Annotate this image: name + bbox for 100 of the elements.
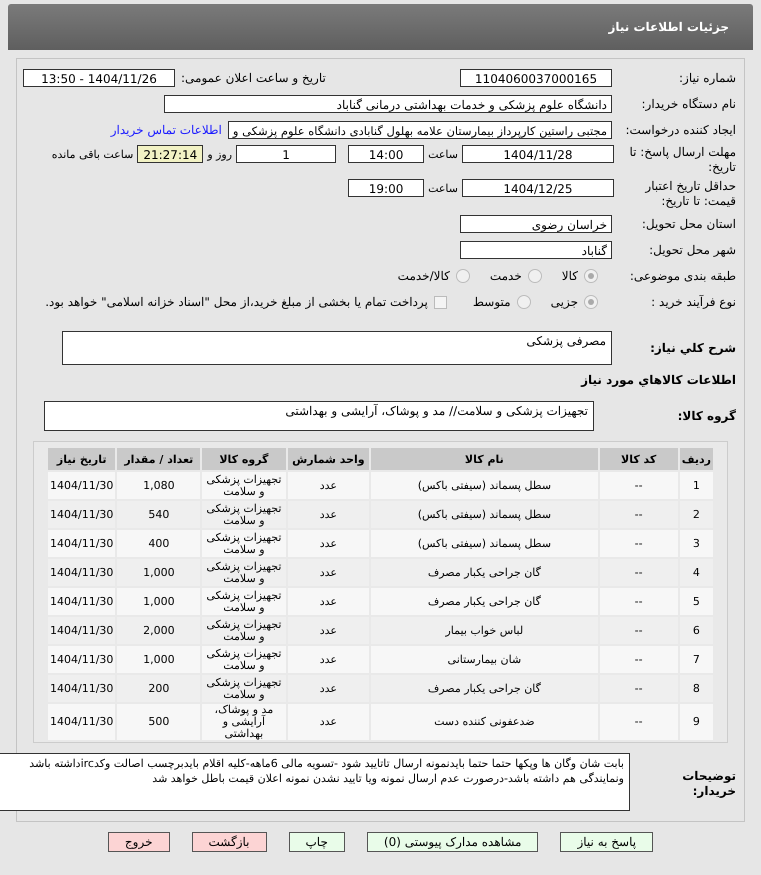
radio-button[interactable] [528,269,542,283]
column-header: کد کالا [600,448,678,470]
action-button[interactable]: پاسخ به نیاز [560,832,654,852]
field-label: روز و [207,147,232,163]
table-cell: عدد [288,559,370,586]
table-cell: 1404/11/30 [48,501,116,528]
table-cell: -- [600,704,678,740]
table-cell: گان جراحی یکبار مصرف [371,675,598,702]
table-cell: سطل پسماند (سیفتی باکس) [371,530,598,557]
table-cell: سطل پسماند (سیفتی باکس) [371,501,598,528]
field-label: تاریخ و ساعت اعلان عمومی: [181,70,326,87]
table-cell: 3 [680,530,713,557]
column-header: گروه کالا [202,448,286,470]
table-cell: 9 [680,704,713,740]
radio-button[interactable] [456,269,470,283]
table-cell: عدد [288,588,370,615]
column-header: تاریخ نیاز [48,448,116,470]
field-label: ساعت [428,147,458,163]
table-cell: 400 [117,530,200,557]
table-cell: تجهیزات پزشکی و سلامت [202,588,286,615]
table-cell: 1404/11/30 [48,704,116,740]
field-label: مهلت ارسال پاسخ: تا تاریخ: [628,145,736,175]
field-label: استان محل تحویل: [640,216,736,232]
buyer-contact-link[interactable]: اطلاعات تماس خریدار [110,123,222,137]
table-cell: لباس خواب بیمار [371,617,598,644]
table-cell: 1404/11/30 [48,472,116,499]
column-header: ردیف [680,448,713,470]
table-cell: 1,000 [117,559,200,586]
table-cell: -- [600,617,678,644]
table-cell: 1404/11/30 [48,617,116,644]
field-label: گروه کالا: [676,408,736,424]
field-label: نوع فرآیند خرید : [650,294,736,310]
checkbox[interactable] [434,296,447,308]
table-cell: 1404/11/30 [48,588,116,615]
table-cell: تجهیزات پزشکی و سلامت [202,530,286,557]
field-label: طبقه بندی موضوعی: [628,268,736,284]
buyer-field[interactable]: دانشگاه علوم پزشکی و خدمات بهداشتی درمانی گناباد [164,95,612,113]
table-cell: 1 [680,472,713,499]
table-cell: 1,080 [117,472,200,499]
table-cell: 1404/11/30 [48,646,116,673]
description-textarea[interactable]: مصرفی پزشکی [62,331,612,365]
goods-group-textarea[interactable]: تجهیزات پزشکی و سلامت// مد و پوشاک، آرایشی و بهداشتی [44,401,594,431]
validity-date-field[interactable]: 1404/12/25 [462,179,614,197]
table-cell: سطل پسماند (سیفتی باکس) [371,472,598,499]
radio-button[interactable] [516,295,531,309]
section-title: اطلاعات کالاهاي مورد نياز [580,372,737,389]
city-field[interactable]: گناباد [460,241,612,259]
table-cell: -- [600,675,678,702]
remaining-time-field[interactable]: 21:27:14 [137,145,204,163]
action-button[interactable]: چاپ [288,832,345,852]
table-cell: عدد [288,704,370,740]
table-cell: عدد [288,501,370,528]
table-cell: 8 [680,675,713,702]
field-label: حداقل تاریخ اعتبار قیمت: تا تاریخ: [644,179,736,209]
checkbox-label: پرداخت تمام یا بخشی از مبلغ خرید،از محل "اسناد خزانه اسلامی" خواهد بود. [45,295,428,309]
table-cell: -- [600,472,678,499]
page-title: جزئیات اطلاعات نیاز [608,20,729,34]
table-cell: -- [600,588,678,615]
province-field[interactable]: خراسان رضوی [460,215,612,233]
table-cell: عدد [288,472,370,499]
option-label: جزیی [550,295,578,309]
table-cell: 1404/11/30 [48,530,116,557]
field-label: نام دستگاه خریدار: [640,96,736,112]
action-button[interactable]: بازگشت [192,832,266,852]
need-number-field[interactable]: 1104060037000165 [460,69,612,87]
option-label: کالا/خدمت [398,269,450,283]
radio-button[interactable] [584,295,598,309]
table-cell: گان جراحی یکبار مصرف [371,588,598,615]
deadline-date-field[interactable]: 1404/11/28 [462,145,614,163]
column-header: تعداد / مقدار [117,448,200,470]
announce-date-field[interactable]: 1404/11/26 - 13:50 [23,69,175,87]
table-cell: 2 [680,501,713,528]
table-cell: تجهیزات پزشکی و سلامت [202,675,286,702]
field-label: شهر محل تحویل: [648,242,736,258]
field-label: ایجاد کننده درخواست: [624,122,736,138]
option-label: خدمت [490,269,522,283]
table-cell: 540 [117,501,200,528]
requester-field[interactable]: مجتبی راستین کارپرداز بیمارستان علامه بهلول گنابادی دانشگاه علوم پزشکی و [228,121,612,139]
table-cell: عدد [288,675,370,702]
table-cell: ضدعفونی کننده دست [371,704,598,740]
field-label: ساعت باقی مانده [52,147,134,163]
table-cell: 1404/11/30 [48,559,116,586]
action-button[interactable]: مشاهده مدارک پیوستی (0) [366,832,538,852]
table-cell: -- [600,530,678,557]
table-cell: 5 [680,588,713,615]
table-cell: عدد [288,530,370,557]
action-button[interactable]: خروج [108,832,170,852]
table-cell: -- [600,559,678,586]
validity-time-field[interactable]: 19:00 [348,179,424,197]
table-cell: تجهیزات پزشکی و سلامت [202,646,286,673]
field-label: شماره نیاز: [678,70,736,86]
deadline-time-field[interactable]: 14:00 [348,145,424,163]
field-label: ساعت [428,181,458,197]
table-cell: 1,000 [117,646,200,673]
table-cell: 200 [117,675,200,702]
table-cell: 6 [680,617,713,644]
radio-button[interactable] [584,269,598,283]
buyer-notes-textarea[interactable]: بابت شان وگان ها وپکها حتما حتما بایدنمونه ارسال تاتایید شود -تسویه مالی 6ماهه-کلیه اقلام بایدبرچسب اصالت وکدircداشته باشد ونمایندگی هم داشته باشد-درصورت عدم ارسال نمونه ویا تایید نشدن نمونه اعلان قیمت باطل خواهد شد [0,753,630,811]
days-field[interactable]: 1 [236,145,336,163]
column-header: واحد شمارش [288,448,370,470]
